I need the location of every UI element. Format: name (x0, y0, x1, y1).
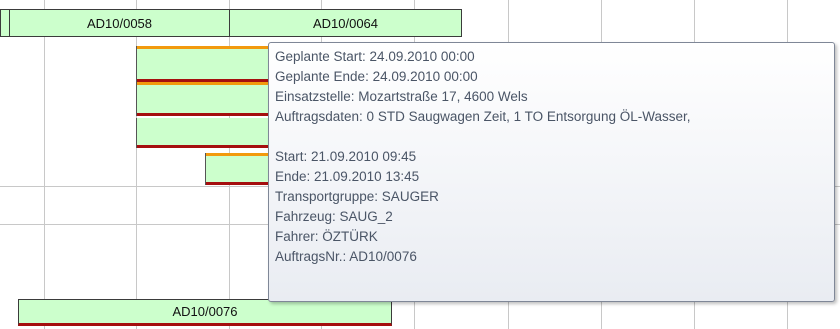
task-label: AD10/0064 (312, 15, 379, 31)
gantt-task-ad10-0064[interactable]: AD10/0064 (229, 9, 462, 37)
tooltip-line: Fahrzeug: SAUG_2 (275, 209, 393, 224)
planned-indicator (137, 46, 285, 49)
tooltip-line: Ende: 21.09.2010 13:45 (275, 169, 420, 184)
tooltip-line: Fahrer: ÖZTÜRK (275, 229, 378, 244)
task-tooltip: Geplante Start: 24.09.2010 00:00 Geplant… (268, 42, 835, 302)
task-label: AD10/0076 (172, 304, 238, 319)
gantt-task-ad10-0076[interactable]: AD10/0076 (18, 299, 392, 326)
planned-indicator (137, 82, 285, 85)
tooltip-line: AuftragsNr.: AD10/0076 (275, 249, 417, 264)
gantt-bar[interactable] (136, 118, 286, 148)
gantt-bar[interactable] (136, 46, 286, 82)
actual-indicator (137, 113, 285, 116)
gantt-task-ad10-0058[interactable]: AD10/0058 (9, 9, 230, 37)
task-label: AD10/0058 (86, 15, 153, 31)
tooltip-line: Transportgruppe: SAUGER (275, 189, 439, 204)
tooltip-line: Geplante Ende: 24.09.2010 00:00 (275, 69, 478, 84)
tooltip-line: Einsatzstelle: Mozartstraße 17, 4600 Wel… (275, 89, 528, 104)
tooltip-spacer (275, 127, 828, 147)
grid-line (44, 0, 45, 329)
gantt-bar[interactable] (136, 82, 286, 116)
tooltip-line: Auftragsdaten: 0 STD Saugwagen Zeit, 1 T… (275, 109, 691, 124)
tooltip-line: Start: 21.09.2010 09:45 (275, 149, 417, 164)
actual-indicator (137, 145, 285, 148)
tooltip-line: Geplante Start: 24.09.2010 00:00 (275, 49, 475, 64)
